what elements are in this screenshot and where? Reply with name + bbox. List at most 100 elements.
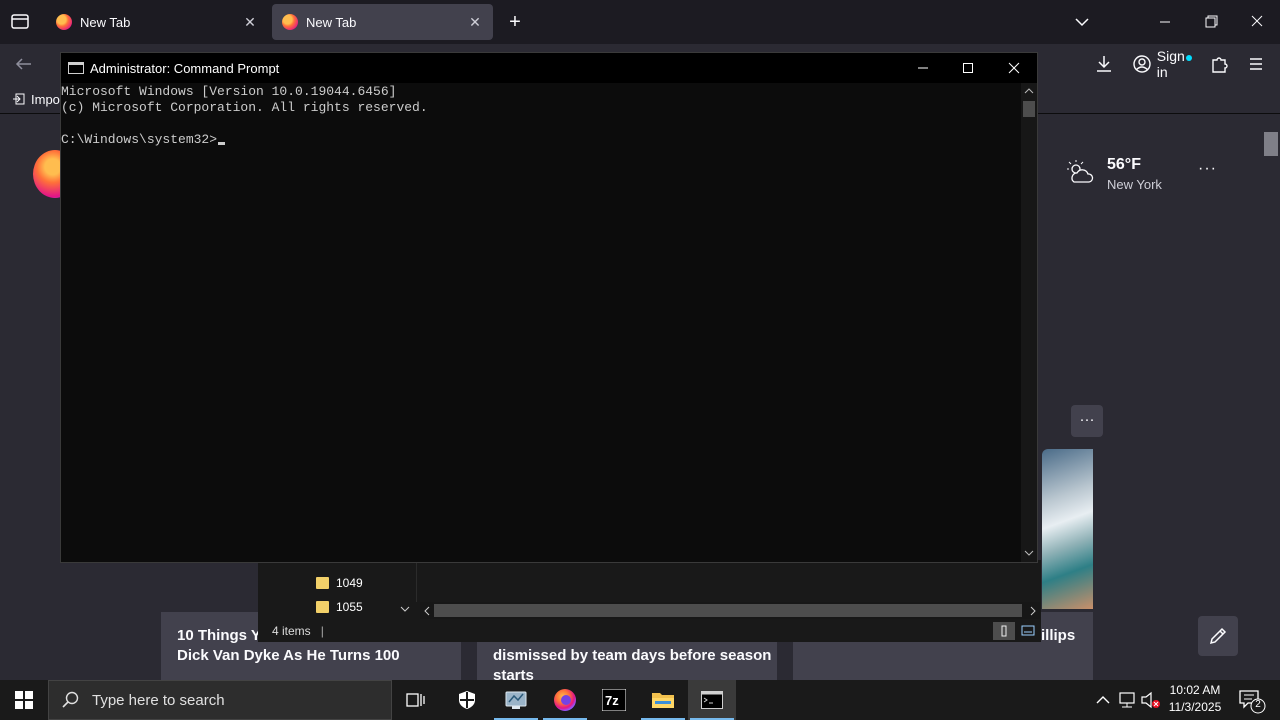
folder-icon [316, 577, 329, 589]
taskbar-clock[interactable]: 10:02 AM 11/3/2025 [1164, 682, 1226, 718]
sign-in-button[interactable]: Sign in [1127, 48, 1199, 80]
status-separator: | [320, 624, 324, 638]
close-tab-icon[interactable]: ✕ [467, 14, 483, 31]
command-prompt-icon [68, 62, 84, 74]
back-button[interactable] [10, 52, 38, 76]
console-output[interactable]: Microsoft Windows [Version 10.0.19044.64… [61, 83, 1021, 562]
browser-tab-active[interactable]: New Tab ✕ [272, 4, 493, 40]
text-cursor [218, 142, 226, 145]
page-scrollbar-thumb[interactable] [1264, 132, 1278, 156]
downloads-button[interactable] [1092, 52, 1116, 76]
network-app-button[interactable] [492, 680, 540, 720]
firefox-view-button[interactable] [0, 0, 40, 44]
weather-more-button[interactable]: ··· [1198, 160, 1217, 178]
story-image [1042, 449, 1093, 609]
console-maximize-button[interactable] [945, 53, 991, 83]
search-icon [62, 691, 79, 708]
volume-tray-button[interactable] [1140, 690, 1162, 710]
explorer-navigation-pane: 1049 1055 [258, 560, 416, 620]
action-center-button[interactable]: 2 [1236, 686, 1266, 714]
task-view-button[interactable] [392, 680, 440, 720]
weather-location: New York [1107, 177, 1162, 192]
folder-item[interactable]: 1049 [316, 571, 363, 595]
clock-time: 10:02 AM [1169, 683, 1221, 697]
chevron-right-icon[interactable] [1029, 606, 1037, 616]
chevron-left-icon[interactable] [423, 606, 431, 616]
7zip-icon: 7z [602, 689, 626, 711]
network-tray-button[interactable] [1116, 690, 1138, 710]
7zip-button[interactable]: 7z [590, 680, 638, 720]
firefox-taskbar-button[interactable] [541, 680, 589, 720]
chevron-up-icon[interactable] [1021, 85, 1037, 97]
tab-title: New Tab [306, 14, 357, 30]
chevron-down-icon[interactable] [400, 606, 410, 614]
file-explorer-taskbar-button[interactable] [639, 680, 687, 720]
app-menu-button[interactable] [1244, 52, 1268, 76]
console-line: Microsoft Windows [Version 10.0.19044.64… [61, 84, 397, 99]
chevron-up-icon [1096, 696, 1110, 704]
task-view-icon [406, 693, 425, 707]
item-count: 4 items [272, 624, 311, 638]
firefox-favicon-icon [282, 14, 298, 30]
command-prompt-taskbar-button[interactable] [688, 680, 736, 720]
story-headline-line: dismissed by team days before season [493, 647, 772, 664]
firefox-icon [554, 689, 576, 711]
console-minimize-button[interactable] [900, 53, 946, 83]
account-icon [1133, 55, 1151, 73]
list-all-tabs-button[interactable] [1068, 0, 1096, 44]
large-icons-view-icon [1021, 625, 1035, 636]
minimize-icon [918, 67, 928, 69]
partly-cloudy-icon [1067, 160, 1094, 183]
console-prompt: C:\Windows\system32> [61, 132, 218, 147]
console-close-button[interactable] [991, 53, 1037, 83]
search-placeholder: Type here to search [92, 691, 225, 709]
console-vertical-scrollbar[interactable] [1021, 83, 1037, 562]
console-title-bar[interactable]: Administrator: Command Prompt [61, 53, 1037, 83]
firefox-view-icon [11, 14, 29, 29]
browser-restore-button[interactable] [1188, 0, 1234, 44]
folder-item[interactable]: 1055 [316, 595, 363, 619]
tab-title: New Tab [80, 14, 131, 30]
folder-icon [652, 693, 674, 708]
browser-tab[interactable]: New Tab ✕ [46, 4, 268, 40]
network-app-icon [505, 691, 527, 709]
details-view-button[interactable] [993, 622, 1015, 640]
new-tab-button[interactable]: + [500, 0, 530, 44]
taskbar-search-box[interactable]: Type here to search [48, 680, 392, 720]
explorer-scrollbar-thumb[interactable] [434, 604, 1022, 617]
windows-security-button[interactable] [443, 680, 491, 720]
console-title: Administrator: Command Prompt [90, 60, 280, 76]
console-scrollbar-thumb[interactable] [1023, 101, 1035, 117]
extensions-button[interactable] [1208, 52, 1232, 76]
pencil-icon [1209, 627, 1227, 645]
page-scrollbar[interactable] [1262, 114, 1280, 680]
customize-button[interactable] [1198, 616, 1238, 656]
network-icon [1119, 692, 1135, 708]
details-view-icon [1001, 625, 1007, 637]
hamburger-menu-icon [1250, 58, 1262, 70]
console-prompt-line: C:\Windows\system32> [61, 132, 1021, 148]
weather-widget[interactable]: 56°F New York ··· [1064, 154, 1264, 200]
close-icon [1251, 15, 1263, 27]
close-tab-icon[interactable]: ✕ [242, 14, 258, 31]
shield-icon [459, 691, 475, 709]
browser-minimize-button[interactable] [1142, 0, 1188, 44]
tiles-view-button[interactable] [1018, 622, 1038, 640]
minimize-icon [1160, 21, 1170, 23]
browser-close-button[interactable] [1234, 0, 1280, 44]
show-hidden-icons-button[interactable] [1094, 690, 1112, 710]
command-prompt-window[interactable]: Administrator: Command Prompt Microsoft … [60, 52, 1038, 563]
import-bookmarks-button[interactable]: Impo [12, 90, 60, 108]
chevron-down-icon[interactable] [1021, 547, 1037, 559]
stories-more-button[interactable]: ··· [1071, 405, 1103, 437]
story-headline-line: illips [1041, 627, 1076, 644]
chevron-down-icon [1075, 18, 1089, 27]
explorer-status-bar: 4 items | [258, 620, 1041, 642]
start-button[interactable] [0, 680, 48, 720]
restore-icon [1205, 15, 1218, 28]
folder-icon [316, 601, 329, 613]
story-headline-line: Dick Van Dyke As He Turns 100 [177, 647, 400, 664]
puzzle-piece-icon [1212, 57, 1228, 73]
notification-dot-icon [1186, 55, 1192, 61]
